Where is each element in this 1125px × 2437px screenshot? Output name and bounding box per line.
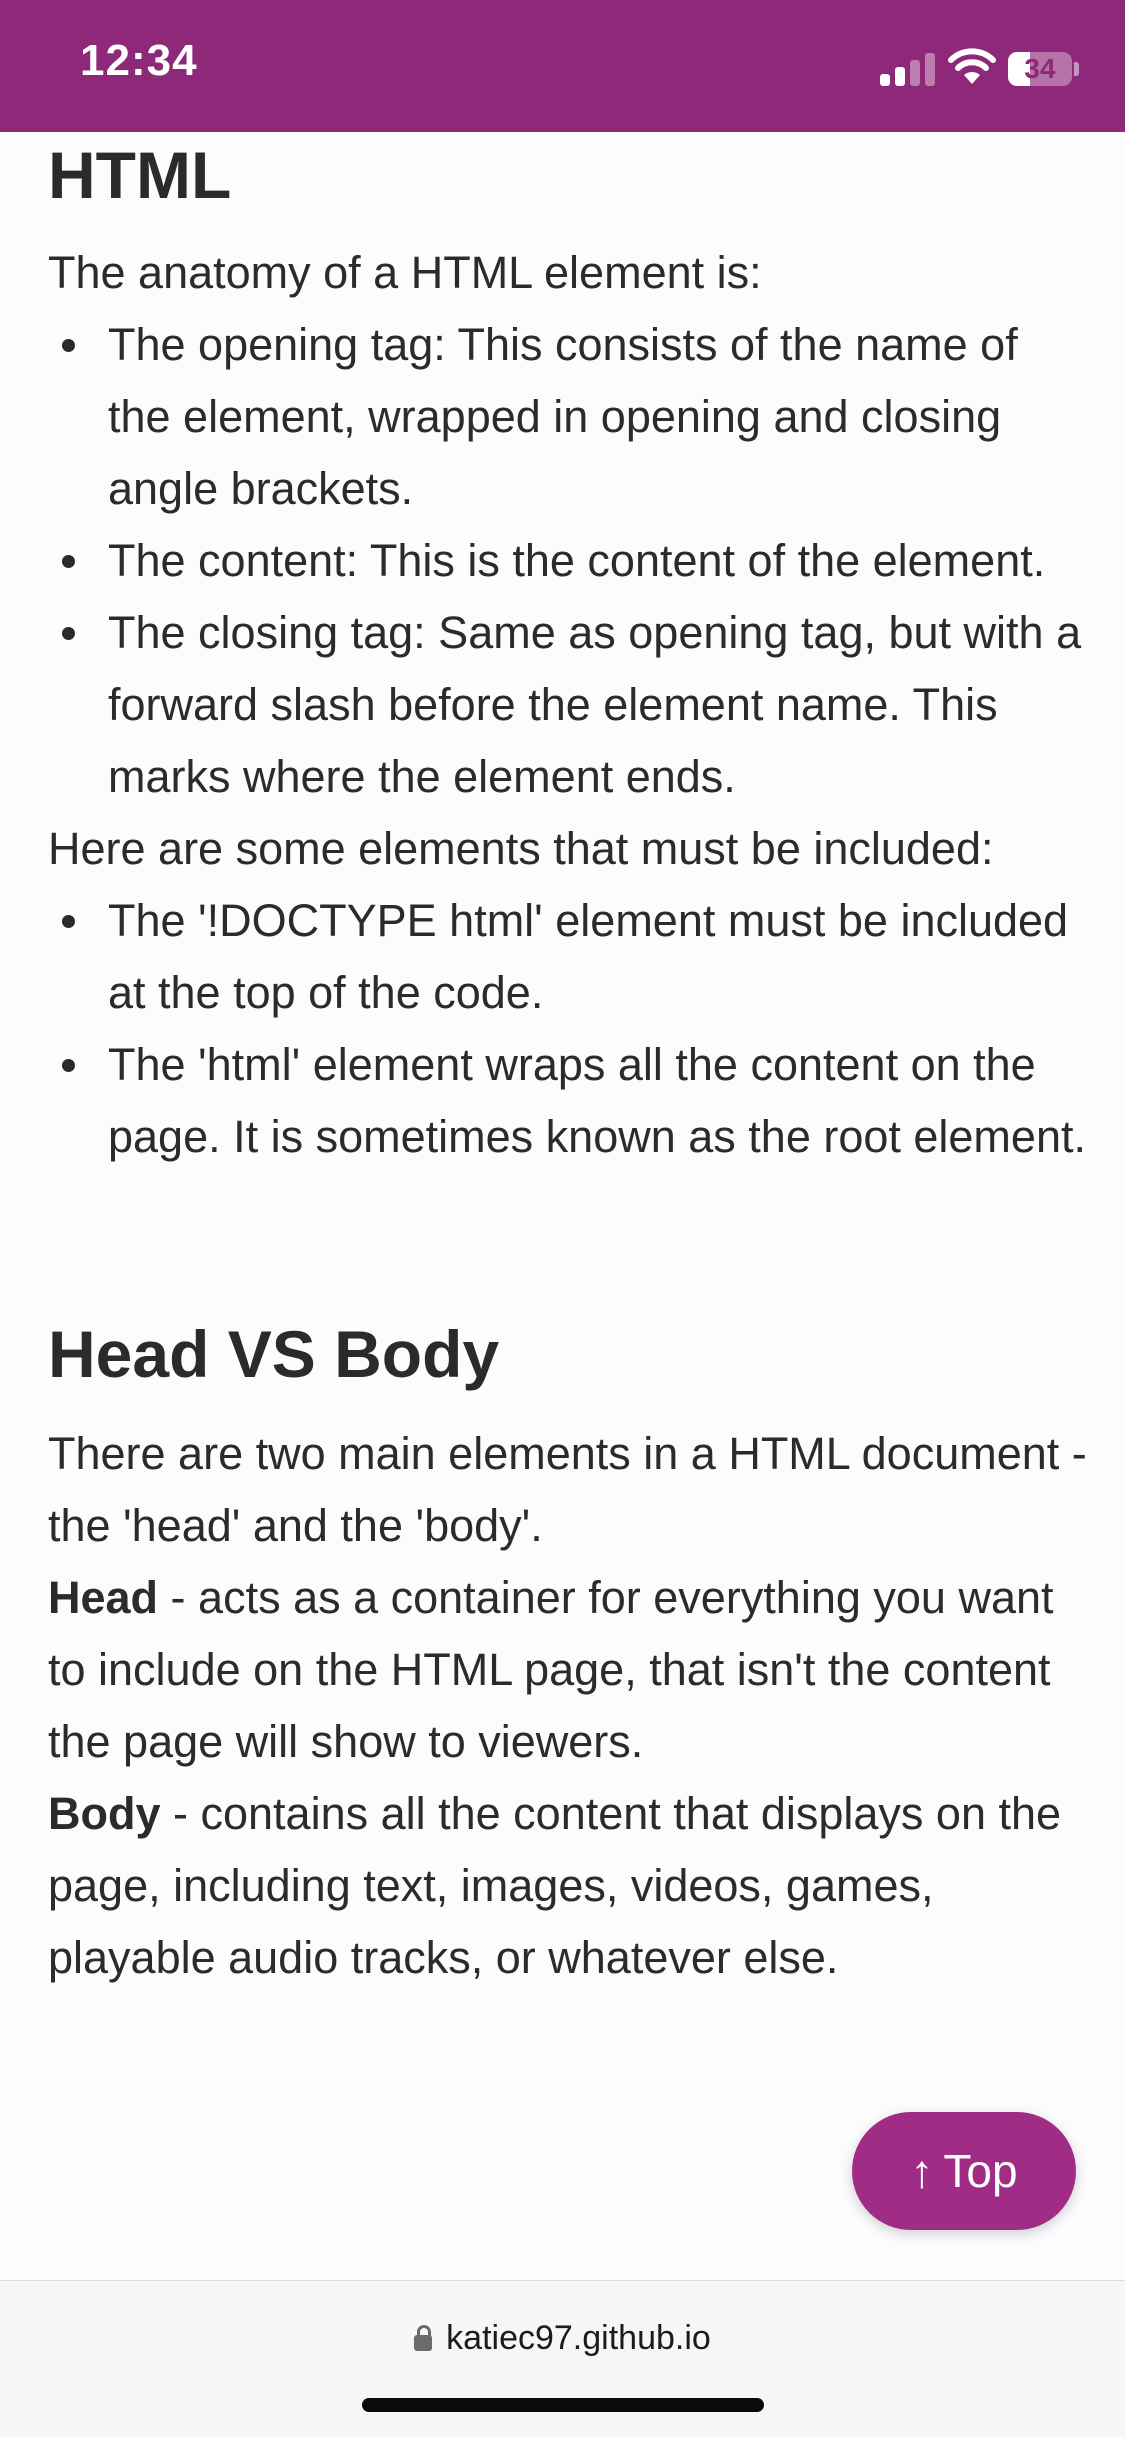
anatomy-intro: The anatomy of a HTML element is: — [48, 247, 762, 299]
url-display[interactable]: katiec97.github.io — [0, 2319, 1125, 2358]
battery-nub — [1074, 62, 1079, 76]
body-description: Body - contains all the content that dis… — [48, 1778, 1088, 1994]
required-list: The '!DOCTYPE html' element must be incl… — [48, 885, 1088, 1173]
battery-level: 34 — [1024, 53, 1056, 84]
status-time: 12:34 — [80, 36, 198, 85]
top-button-label: Top — [943, 2145, 1018, 2197]
lock-icon — [414, 2325, 433, 2351]
list-item: The content: This is the content of the … — [62, 525, 1088, 597]
section-title-head-vs-body: Head VS Body — [48, 1317, 500, 1392]
required-intro: Here are some elements that must be incl… — [48, 823, 994, 875]
status-bar: 12:34 34 — [0, 0, 1125, 132]
arrow-up-icon: ↑ — [910, 2145, 934, 2197]
url-text: katiec97.github.io — [446, 2319, 711, 2357]
head-description: Head - acts as a container for everythin… — [48, 1562, 1088, 1778]
list-item: The opening tag: This consists of the na… — [62, 309, 1088, 525]
body-desc-text: - contains all the content that displays… — [48, 1788, 1062, 1984]
anatomy-list: The opening tag: This consists of the na… — [48, 309, 1088, 813]
home-indicator[interactable] — [362, 2398, 764, 2412]
battery-icon: 34 — [1008, 52, 1072, 86]
section-title-html: HTML — [48, 138, 232, 212]
list-item: The 'html' element wraps all the content… — [62, 1029, 1088, 1173]
body-term: Body — [48, 1788, 161, 1840]
list-item: The '!DOCTYPE html' element must be incl… — [62, 885, 1088, 1029]
article-content: HTML The anatomy of a HTML element is: T… — [48, 132, 1088, 1994]
head-body-intro: There are two main elements in a HTML do… — [48, 1428, 1087, 1552]
head-term: Head — [48, 1572, 159, 1624]
wifi-icon — [948, 48, 996, 86]
back-to-top-button[interactable]: ↑ Top — [852, 2112, 1076, 2230]
url-bar[interactable]: katiec97.github.io — [0, 2280, 1125, 2437]
list-item: The closing tag: Same as opening tag, bu… — [62, 597, 1088, 813]
signal-icon — [880, 52, 936, 86]
head-desc-text: - acts as a container for everything you… — [48, 1572, 1054, 1768]
